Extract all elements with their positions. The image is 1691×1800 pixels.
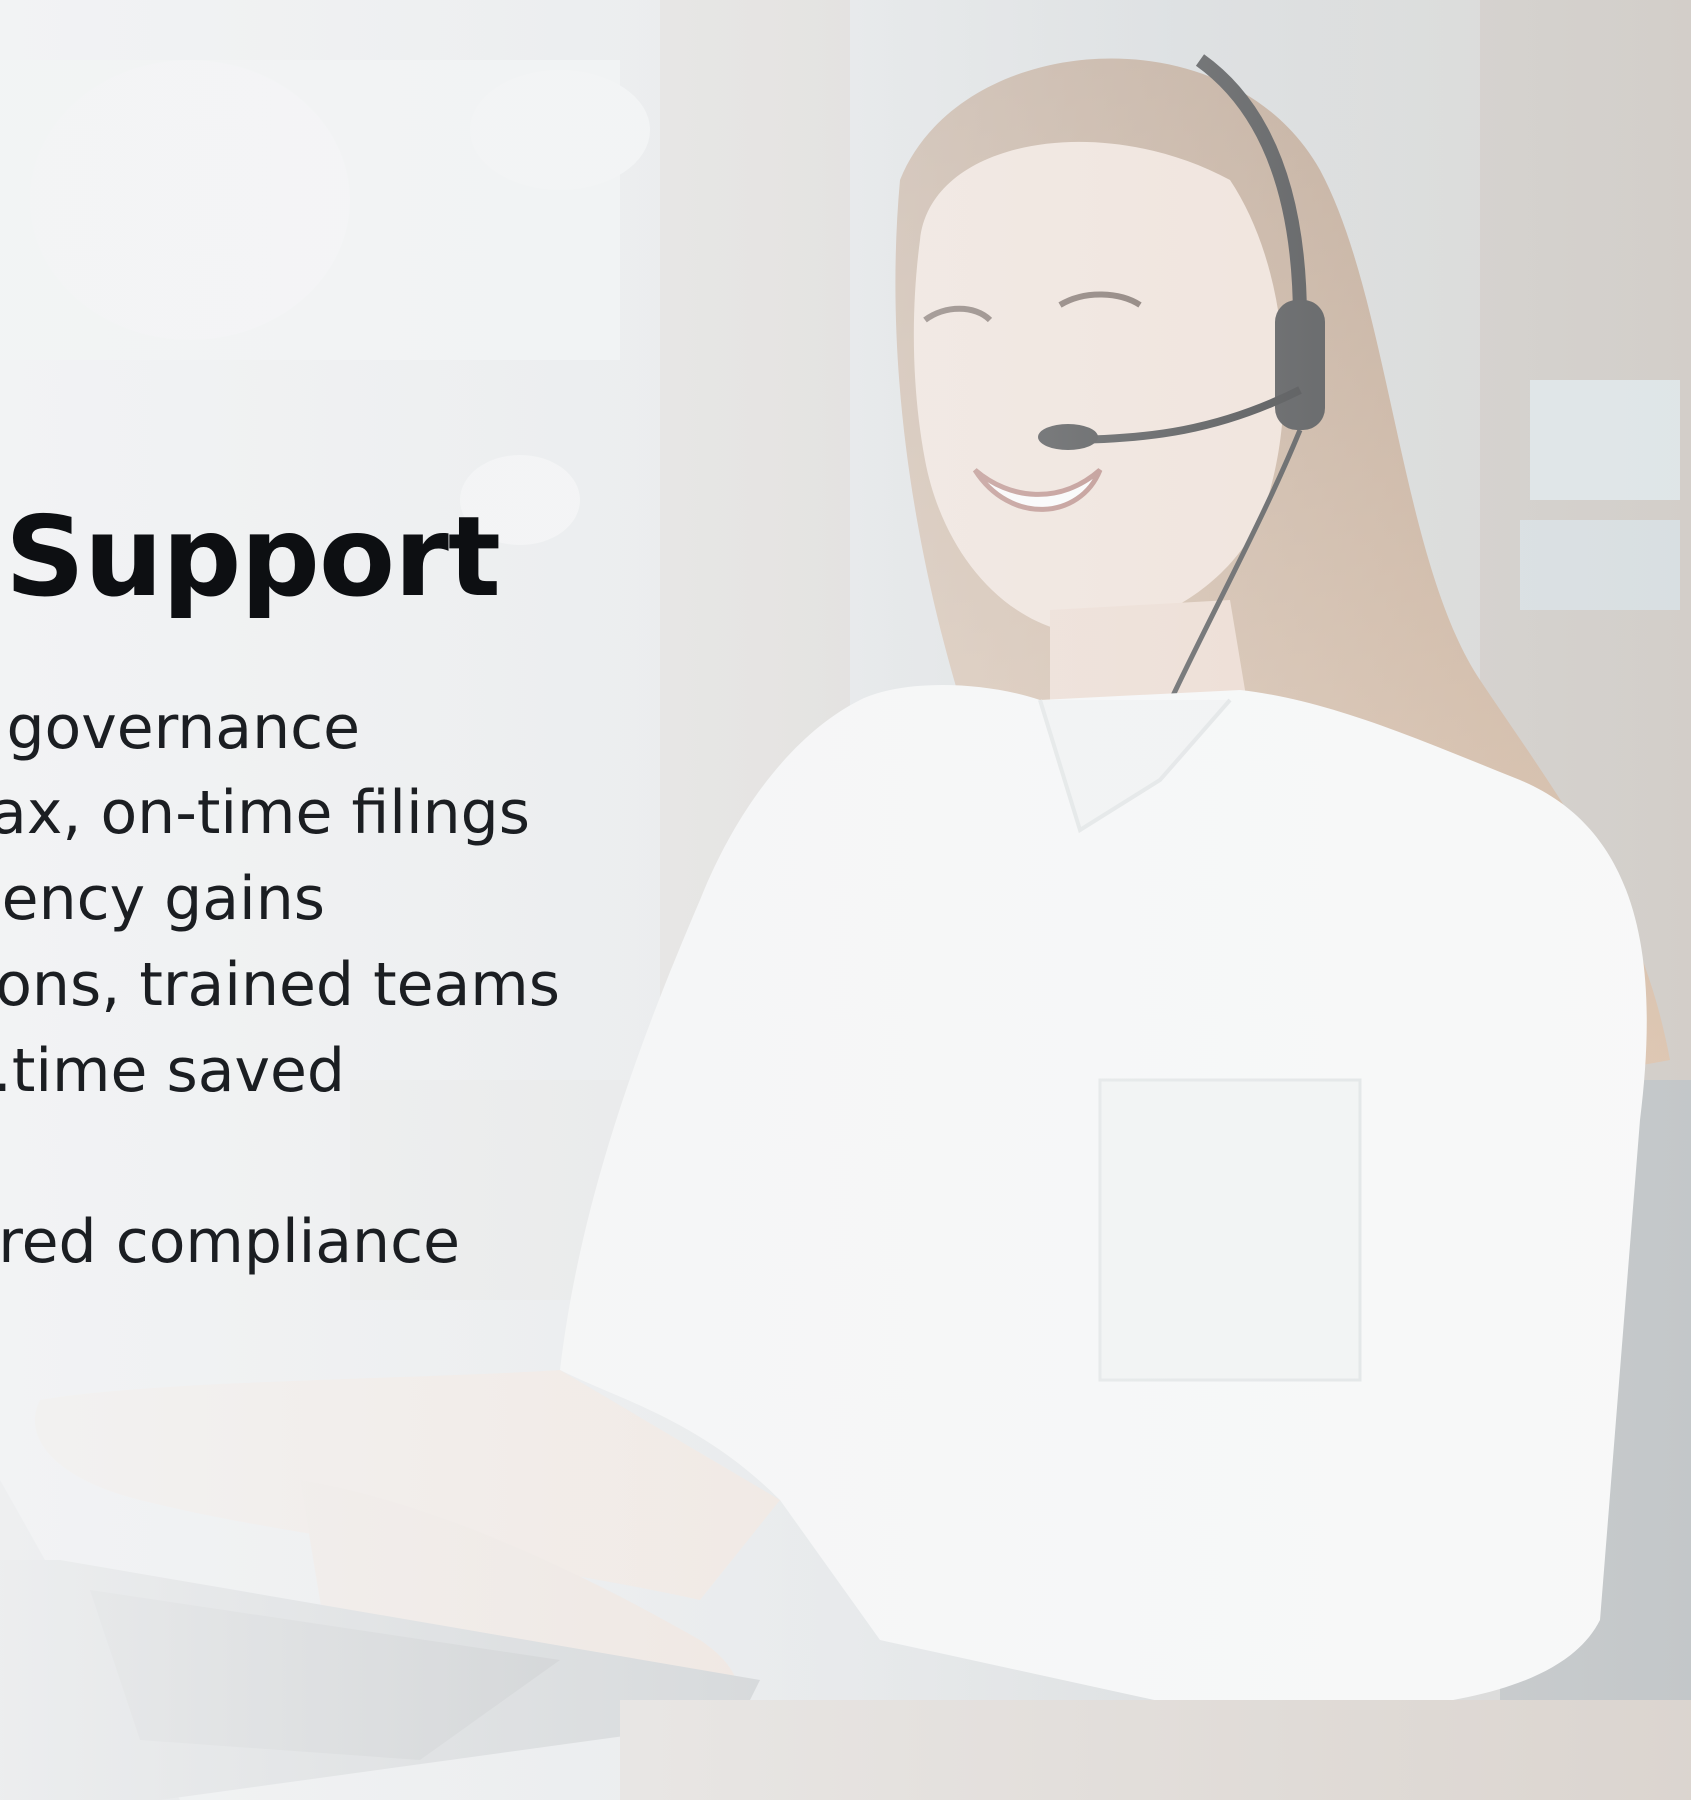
benefit-list: governance. ax, on-time filings. ency ga…	[0, 0, 600, 1800]
list-item: ax, on-time filings.	[0, 778, 530, 848]
tagline: red compliance	[0, 1207, 460, 1277]
list-item: ency gains.	[0, 864, 325, 934]
list-item: time saved.	[0, 1036, 345, 1106]
text-panel: Support governance. ax, on-time filings.…	[0, 0, 1691, 1800]
list-item: governance.	[0, 693, 360, 763]
list-item: ons, trained teams.	[0, 950, 560, 1020]
